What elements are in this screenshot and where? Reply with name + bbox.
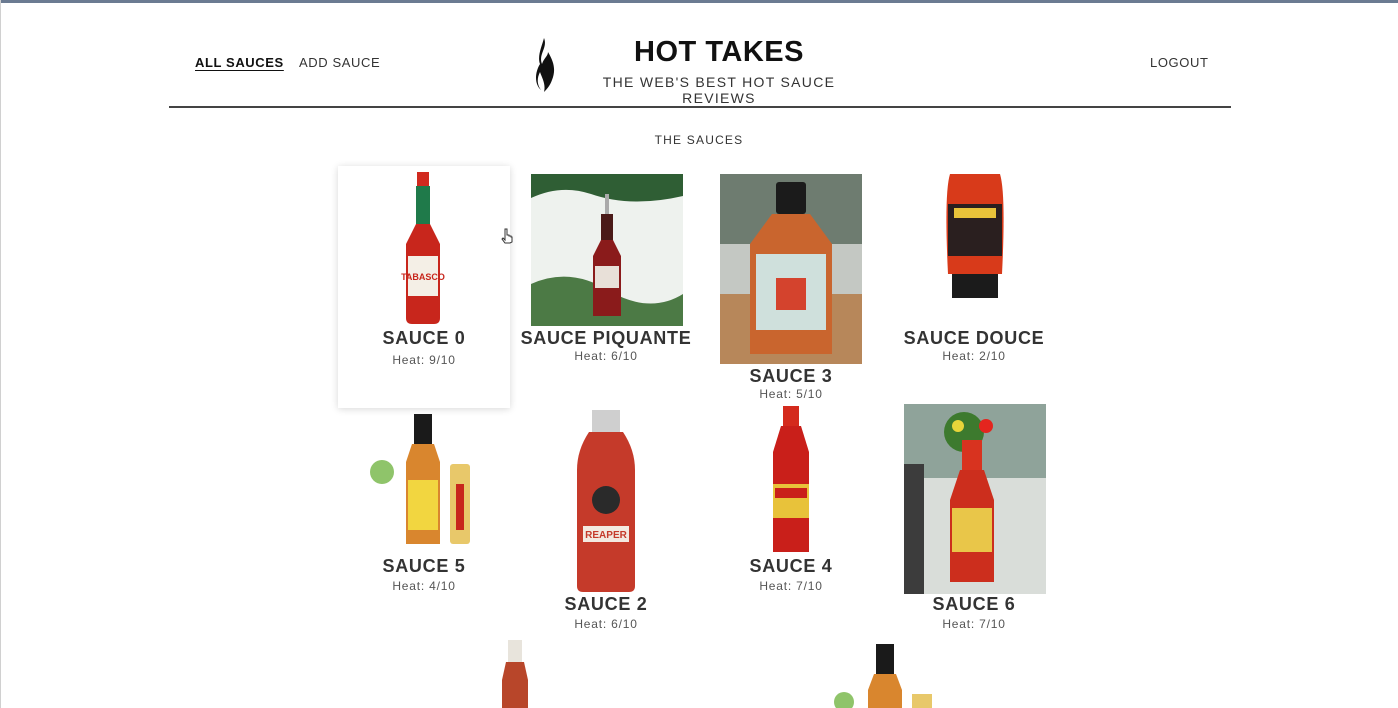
sauce-heat: Heat: 2/10: [942, 349, 1006, 363]
sauce-heat: Heat: 7/10: [759, 579, 823, 593]
sauce-image-ornament: [531, 174, 683, 326]
flame-icon: [536, 38, 555, 92]
sauce-card[interactable]: TABASCO SAUCE 0 Heat: 9/10: [338, 166, 510, 408]
sauce-image-partial: [502, 640, 528, 708]
sauce-heat: Heat: 9/10: [392, 353, 456, 367]
sauce-image-squeeze-bottle: [946, 174, 1004, 298]
section-title: THE SAUCES: [654, 133, 744, 147]
sauce-heat: Heat: 5/10: [759, 387, 823, 401]
sauce-card-partial[interactable]: [806, 640, 956, 708]
sauce-card[interactable]: SAUCE DOUCE Heat: 2/10: [888, 166, 1060, 370]
sauce-name: SAUCE 2: [564, 594, 648, 614]
sauce-name: SAUCE 0: [382, 328, 466, 348]
window-left-border: [0, 0, 1, 708]
nav-all-sauces[interactable]: ALL SAUCES: [195, 55, 284, 70]
hand-cursor-icon: [501, 228, 513, 244]
sauce-image-tabasco: TABASCO: [401, 172, 445, 324]
sauce-name: SAUCE PIQUANTE: [520, 328, 692, 348]
sauce-heat: Heat: 6/10: [574, 349, 638, 363]
site-title: HOT TAKES: [634, 36, 804, 68]
header-divider: [169, 106, 1231, 108]
sauce-heat: Heat: 4/10: [392, 579, 456, 593]
sauce-card[interactable]: SAUCE PIQUANTE Heat: 6/10: [520, 166, 692, 370]
sauce-image-partial: [834, 644, 932, 708]
sauce-image-reaper: REAPER: [577, 410, 635, 592]
sauce-image-hot-sauce: [720, 174, 862, 364]
sauce-card[interactable]: SAUCE 4 Heat: 7/10: [705, 406, 877, 600]
sauce-image-yellow-label: [370, 414, 470, 544]
sauce-card[interactable]: SAUCE 5 Heat: 4/10: [338, 406, 510, 600]
sauce-name: SAUCE 6: [932, 594, 1016, 614]
window-top-border: [0, 0, 1398, 3]
nav-add-sauce[interactable]: ADD SAUCE: [299, 55, 380, 70]
sauce-card-partial[interactable]: [470, 640, 560, 708]
sauce-name: SAUCE 4: [749, 556, 833, 576]
site-subtitle: THE WEB'S BEST HOT SAUCE REVIEWS: [602, 74, 836, 106]
sauce-name: SAUCE 3: [749, 366, 833, 386]
sauce-card[interactable]: SAUCE 6 Heat: 7/10: [888, 398, 1060, 634]
sauce-name: SAUCE 5: [382, 556, 466, 576]
sauce-heat: Heat: 7/10: [942, 617, 1006, 631]
sauce-card[interactable]: SAUCE 3 Heat: 5/10: [705, 166, 877, 406]
sauce-image-valentina: [904, 404, 1046, 594]
svg-text:TABASCO: TABASCO: [401, 272, 445, 282]
nav-logout[interactable]: LOGOUT: [1150, 55, 1209, 70]
sauce-name: SAUCE DOUCE: [903, 328, 1045, 348]
sauce-heat: Heat: 6/10: [574, 617, 638, 631]
svg-text:REAPER: REAPER: [585, 530, 627, 541]
sauce-card[interactable]: REAPER SAUCE 2 Heat: 6/10: [520, 406, 692, 634]
sauce-image-red-bottle: [773, 406, 809, 552]
